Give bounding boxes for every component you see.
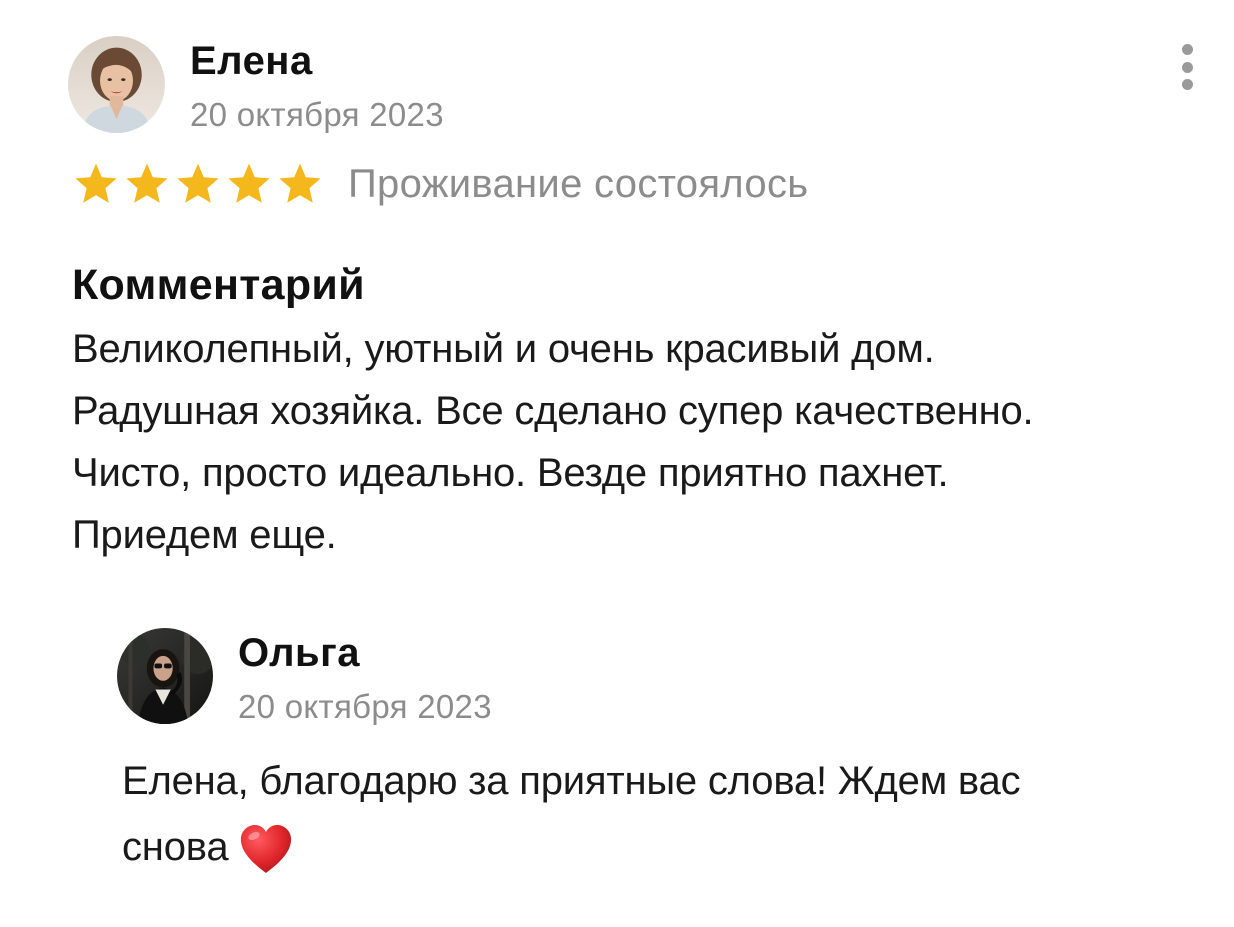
stay-status-label: Проживание состоялось — [348, 162, 809, 206]
comment-line: Великолепный, уютный и очень красивый до… — [72, 327, 935, 371]
reviewer-name: Елена — [190, 39, 313, 83]
reply-line: снова — [122, 814, 1222, 880]
reply-text: Елена, благодарю за приятные слова! Ждем… — [122, 748, 1222, 880]
comment-heading: Комментарий — [72, 261, 365, 309]
rating-row: Проживание состоялось — [72, 160, 808, 208]
reply-line-text: снова — [122, 825, 229, 869]
star-icon — [123, 160, 171, 208]
more-vertical-icon-dot — [1181, 61, 1193, 73]
host-avatar[interactable] — [117, 628, 213, 724]
star-icon — [174, 160, 222, 208]
more-options-button[interactable] — [1170, 42, 1204, 92]
star-rating — [72, 160, 324, 208]
more-vertical-icon-dot — [1181, 79, 1193, 90]
more-vertical-icon — [1181, 44, 1193, 55]
comment-text: Великолепный, уютный и очень красивый до… — [72, 318, 1222, 566]
star-icon — [72, 160, 120, 208]
comment-line: Чисто, просто идеально. Везде приятно па… — [72, 451, 949, 495]
review-date: 20 октября 2023 — [190, 96, 444, 133]
reply-date: 20 октября 2023 — [238, 688, 492, 725]
reply-line-text: Елена, благодарю за приятные слова! Ждем… — [122, 759, 1021, 803]
comment-line: Радушная хозяйка. Все сделано супер каче… — [72, 389, 1034, 433]
reviewer-avatar[interactable] — [68, 36, 165, 133]
heart-icon — [238, 823, 294, 875]
host-name: Ольга — [238, 631, 360, 675]
comment-line: Приедем еще. — [72, 513, 337, 557]
star-icon — [276, 160, 324, 208]
star-icon — [225, 160, 273, 208]
reply-line: Елена, благодарю за приятные слова! Ждем… — [122, 748, 1222, 814]
